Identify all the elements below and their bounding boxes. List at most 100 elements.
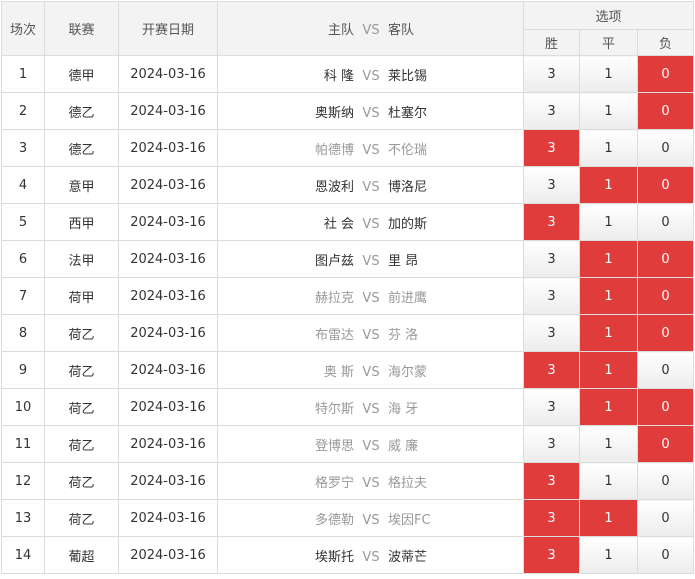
match-row: 12 荷乙 2024-03-16 格罗宁 VS 格拉夫 3 1 0 (1, 462, 695, 500)
match-table: 场次 联赛 开赛日期 主队 VS 客队 选项 胜 平 负 1 德甲 2024-03-16… (1, 1, 695, 574)
option-lose[interactable]: 0 (636, 55, 695, 93)
option-draw[interactable]: 1 (579, 129, 638, 167)
option-win[interactable]: 3 (523, 536, 580, 574)
match-row: 11 荷乙 2024-03-16 登博思 VS 威 廉 310 (1, 425, 695, 463)
home-team: 赫拉克 (314, 290, 354, 306)
option-win[interactable]: 3 (523, 314, 580, 352)
match-row: 1 德甲 2024-03-16 科 隆 VS 莱比锡 3 1 0 (1, 55, 695, 93)
option-lose[interactable]: 0 (636, 166, 695, 204)
option-draw[interactable]: 1 (579, 240, 638, 278)
option-win[interactable]: 3 (523, 462, 580, 500)
option-lose[interactable]: 0 (636, 240, 695, 278)
option-win[interactable]: 3 (523, 203, 580, 241)
league-name: 荷乙 (44, 314, 119, 352)
match-row: 5 西甲 2024-03-16 社 会 VS 加的斯 3 1 0 (1, 203, 695, 241)
away-team: 博洛尼 (388, 179, 428, 195)
option-lose[interactable]: 0 (636, 92, 695, 130)
option-draw[interactable]: 1 (579, 314, 638, 352)
match-teams: 科 隆 VS 莱比锡 (217, 55, 524, 93)
home-team: 登博思 (314, 438, 354, 454)
option-lose[interactable]: 0 (636, 203, 695, 241)
match-date: 2024-03-16 (118, 129, 218, 167)
option-win[interactable]: 3 (523, 166, 580, 204)
option-win[interactable]: 3 (523, 129, 580, 167)
away-team: 海 牙 (388, 401, 419, 417)
option-draw[interactable]: 1 (579, 388, 638, 426)
option-win[interactable]: 3 (523, 425, 580, 463)
vs-label: VS (362, 438, 380, 454)
option-draw[interactable]: 1 (579, 166, 638, 204)
option-win[interactable]: 3 (523, 55, 580, 93)
match-teams: 恩波利 VS 博洛尼 (217, 166, 524, 204)
match-date: 2024-03-16 (118, 240, 218, 278)
home-team: 帕德博 (314, 142, 354, 158)
option-lose[interactable]: 0 (636, 129, 695, 167)
vs-label: VS (362, 290, 380, 306)
match-teams: 社 会 VS 加的斯 (217, 203, 524, 241)
option-draw[interactable]: 1 (579, 55, 638, 93)
vs-label: VS (362, 179, 380, 195)
match-date: 2024-03-16 (118, 499, 218, 537)
match-date: 2024-03-16 (118, 55, 218, 93)
home-team: 布雷达 (314, 327, 354, 343)
header-options: 选项 (522, 1, 695, 30)
option-win[interactable]: 3 (523, 92, 580, 130)
match-date: 2024-03-16 (118, 314, 218, 352)
option-draw[interactable]: 1 (579, 499, 638, 537)
option-lose[interactable]: 0 (636, 277, 695, 315)
option-draw[interactable]: 1 (579, 462, 638, 500)
away-team: 威 廉 (388, 438, 419, 454)
option-lose[interactable]: 0 (636, 499, 695, 537)
option-lose[interactable]: 0 (636, 351, 695, 389)
vs-label: VS (362, 105, 380, 121)
league-name: 荷乙 (44, 388, 119, 426)
option-lose[interactable]: 0 (636, 462, 695, 500)
league-name: 法甲 (44, 240, 119, 278)
league-name: 德乙 (44, 92, 119, 130)
away-team: 波蒂芒 (388, 549, 428, 565)
vs-label: VS (362, 68, 380, 84)
header-draw: 平 (579, 29, 638, 56)
home-team: 格罗宁 (314, 475, 354, 491)
option-draw[interactable]: 1 (579, 92, 638, 130)
option-win[interactable]: 3 (523, 240, 580, 278)
option-draw[interactable]: 1 (579, 425, 638, 463)
vs-label: VS (362, 512, 380, 528)
away-team: 里 昂 (388, 253, 419, 269)
option-lose[interactable]: 0 (636, 536, 695, 574)
round-number: 2 (1, 92, 45, 130)
option-win[interactable]: 3 (523, 388, 580, 426)
league-name: 荷乙 (44, 351, 119, 389)
league-name: 葡超 (44, 536, 119, 574)
option-win[interactable]: 3 (523, 351, 580, 389)
option-lose[interactable]: 0 (636, 425, 695, 463)
away-team: 莱比锡 (388, 68, 428, 84)
match-teams: 多德勒 VS 埃因FC (217, 499, 524, 537)
option-win[interactable]: 3 (523, 499, 580, 537)
match-teams: 帕德博 VS 不伦瑞 (217, 129, 524, 167)
round-number: 6 (1, 240, 45, 278)
round-number: 4 (1, 166, 45, 204)
match-row: 14 葡超 2024-03-16 埃斯托 VS 波蒂芒 3 1 0 (1, 536, 695, 574)
match-teams: 赫拉克 VS 前进鹰 (217, 277, 524, 315)
match-date: 2024-03-16 (118, 425, 218, 463)
option-lose[interactable]: 0 (636, 388, 695, 426)
option-lose[interactable]: 0 (636, 314, 695, 352)
round-number: 12 (1, 462, 45, 500)
round-number: 1 (1, 55, 45, 93)
away-team: 埃因FC (388, 512, 431, 528)
option-draw[interactable]: 1 (579, 351, 638, 389)
round-number: 8 (1, 314, 45, 352)
option-draw[interactable]: 1 (579, 277, 638, 315)
option-win[interactable]: 3 (523, 277, 580, 315)
option-draw[interactable]: 1 (579, 536, 638, 574)
option-draw[interactable]: 1 (579, 203, 638, 241)
round-number: 3 (1, 129, 45, 167)
home-team: 图卢兹 (314, 253, 354, 269)
home-team: 社 会 (323, 216, 354, 232)
header-date: 开赛日期 (118, 1, 218, 56)
match-teams: 布雷达 VS 芬 洛 (217, 314, 524, 352)
home-team: 恩波利 (314, 179, 354, 195)
home-team: 埃斯托 (314, 549, 354, 565)
match-teams: 登博思 VS 威 廉 (217, 425, 524, 463)
